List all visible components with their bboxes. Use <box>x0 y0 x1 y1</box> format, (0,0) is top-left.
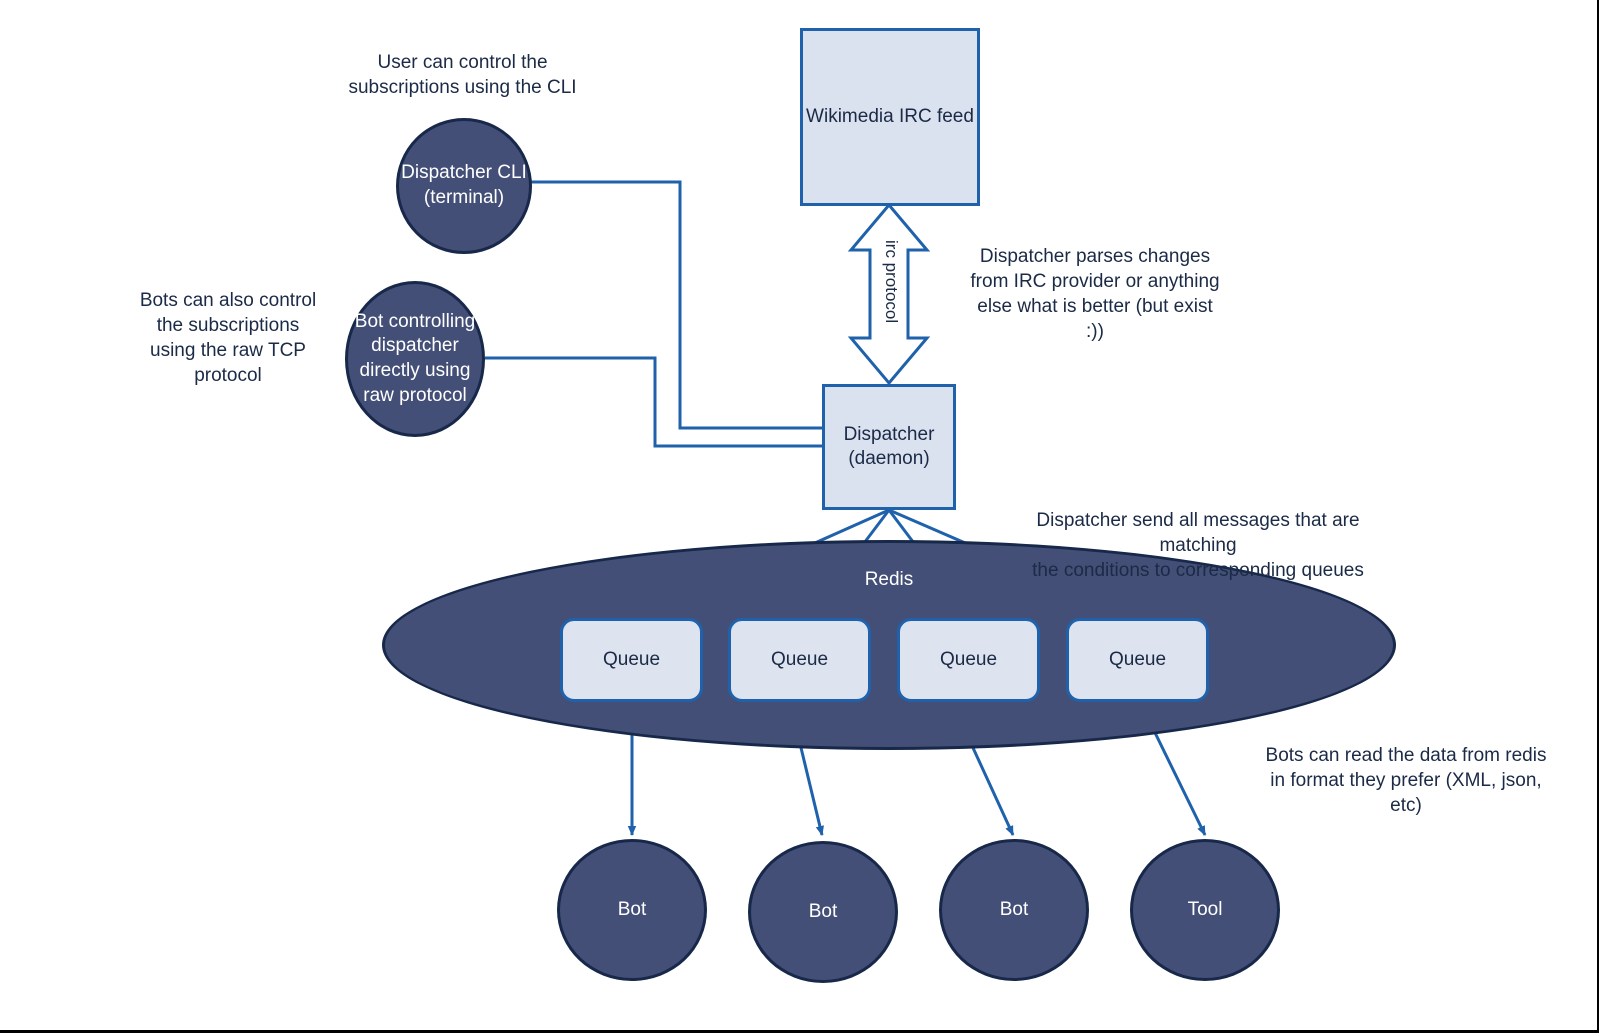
note-dispatcher-sends: Dispatcher send all messages that are ma… <box>1032 510 1364 582</box>
bot-controller-label: Bot controlling dispatcher directly usin… <box>354 310 476 406</box>
queue-label: Queue <box>939 649 998 670</box>
queue-box[interactable]: Queue <box>897 618 1040 702</box>
consumer-node[interactable]: Bot <box>748 841 898 983</box>
edge-cli-to-dispatcher <box>531 180 822 430</box>
irc-protocol-text: irc protocol <box>882 240 901 324</box>
consumer-node[interactable]: Bot <box>557 839 707 981</box>
note-cli-control: User can control the subscriptions using… <box>348 52 577 99</box>
dispatcher-daemon-label: Dispatcher (daemon) <box>843 424 935 469</box>
note-bots-tcp: Bots can also control the subscriptions … <box>139 290 317 387</box>
queue-box[interactable]: Queue <box>728 618 871 702</box>
redis-label: Redis <box>864 569 914 590</box>
consumer-label: Bot <box>617 898 647 920</box>
edge-botcontroller-to-dispatcher <box>485 356 822 448</box>
bot-controller-node[interactable]: Bot controlling dispatcher directly usin… <box>345 281 485 437</box>
note-bots-read: Bots can read the data from redis in for… <box>1265 745 1547 817</box>
wikimedia-irc-feed-label: Wikimedia IRC feed <box>806 106 974 128</box>
queue-label: Queue <box>602 649 661 670</box>
queue-box[interactable]: Queue <box>1066 618 1209 702</box>
irc-protocol-edge-label: irc protocol <box>881 240 901 323</box>
dispatcher-cli-label: Dispatcher CLI (terminal) <box>401 162 527 208</box>
consumer-node[interactable]: Tool <box>1130 839 1280 981</box>
queue-label: Queue <box>1108 649 1167 670</box>
queue-label: Queue <box>770 649 829 670</box>
wikimedia-irc-feed-node[interactable]: Wikimedia IRC feed <box>800 28 980 206</box>
note-dispatcher-parses: Dispatcher parses changes from IRC provi… <box>970 246 1220 343</box>
queue-box[interactable]: Queue <box>560 618 703 702</box>
consumer-node[interactable]: Bot <box>939 839 1089 981</box>
dispatcher-daemon-node[interactable]: Dispatcher (daemon) <box>822 384 956 510</box>
consumer-label: Bot <box>808 900 838 922</box>
consumer-label: Bot <box>999 898 1029 920</box>
diagram-canvas: Redis Wikimedia IRC feed irc protocol Di… <box>0 0 1599 1033</box>
consumer-label: Tool <box>1187 898 1223 920</box>
dispatcher-cli-node[interactable]: Dispatcher CLI (terminal) <box>396 118 532 254</box>
